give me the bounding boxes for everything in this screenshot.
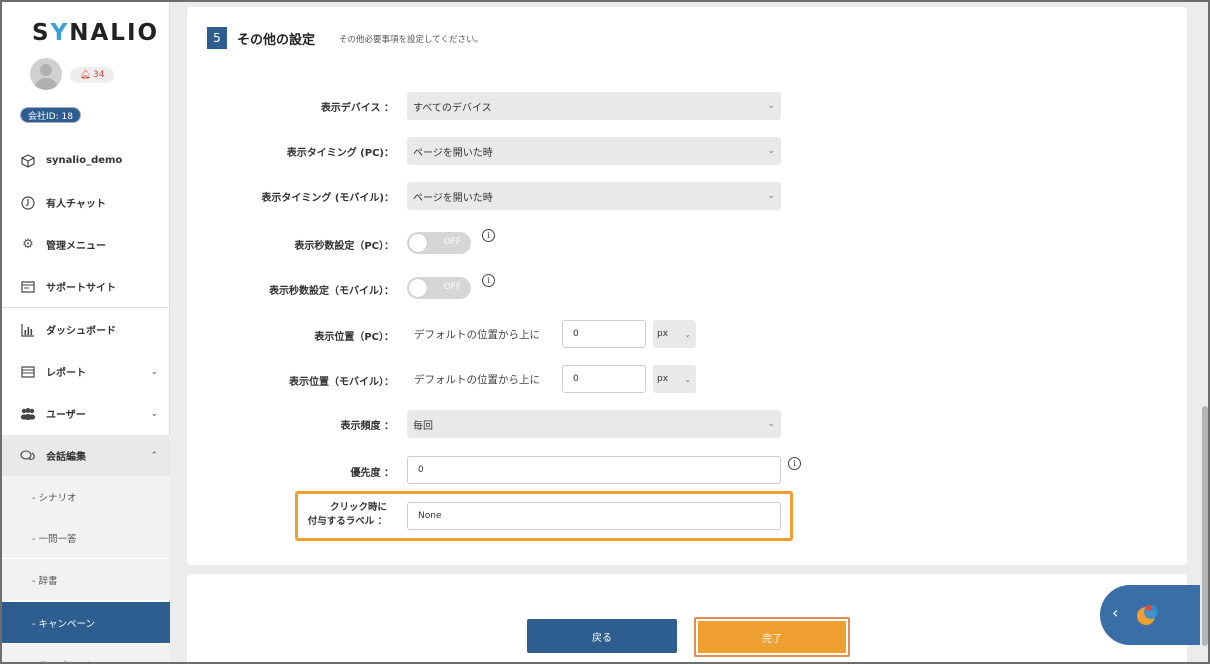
timing-mobile-select[interactable]: ページを開いた時 ⌄ — [407, 182, 781, 210]
section-title: その他の設定 — [237, 33, 316, 48]
position-pc-unit-select[interactable]: px ⌄ — [653, 320, 696, 348]
click-label-label: クリック時に 付与するラベル ： — [307, 502, 387, 527]
sidebar-item-chat[interactable]: 有人チャット — [2, 182, 170, 223]
chat-bubble-icon — [1137, 605, 1158, 625]
chevron-down-icon: ⌄ — [767, 146, 775, 156]
report-icon — [20, 364, 36, 380]
sidebar-item-dashboard[interactable]: ダッシュボード — [2, 309, 170, 350]
company-id-badge: 会社ID: 18 — [20, 107, 81, 123]
sidebar-item-report[interactable]: レポート ⌄ — [2, 351, 170, 392]
timing-pc-select[interactable]: ページを開いた時 ⌄ — [407, 137, 781, 165]
chevron-left-icon: ‹ — [1112, 603, 1119, 622]
done-button-highlight: 完了 — [694, 617, 850, 657]
sidebar-item-admin[interactable]: ⚙ 管理メニュー — [2, 224, 170, 265]
subnav-scenario[interactable]: - シナリオ — [2, 476, 170, 517]
chevron-down-icon: ⌄ — [767, 101, 775, 111]
avatar[interactable] — [30, 58, 62, 90]
logo: SYNALIO — [32, 20, 160, 46]
chat-icon — [20, 448, 36, 464]
position-pc-input[interactable]: 0 — [562, 320, 646, 348]
section-number: 5 — [207, 27, 227, 49]
position-mobile-label: 表示位置（モバイル）： — [289, 377, 394, 388]
frequency-label: 表示頻度 ： — [340, 421, 394, 432]
cube-icon — [20, 153, 36, 169]
chevron-down-icon: ⌄ — [767, 191, 775, 201]
users-icon — [20, 406, 36, 422]
app-frame: SYNALIO 🔔︎ 34 会社ID: 18 synalio_demo 有人チャ… — [0, 0, 1210, 664]
position-mobile-unit-select[interactable]: px ⌄ — [653, 365, 696, 393]
priority-label: 優先度 ： — [350, 468, 394, 479]
subnav-dictionary[interactable]: - 辞書 — [2, 559, 170, 600]
toggle-knob — [409, 234, 427, 252]
chevron-down-icon: ⌄ — [150, 366, 158, 377]
sidebar-item-users[interactable]: ユーザー ⌄ — [2, 393, 170, 434]
bar-chart-icon — [20, 322, 36, 338]
settings-panel: 5 その他の設定 その他必要事項を設定してください。 表示デバイス ： すべての… — [187, 7, 1187, 565]
window-icon — [20, 279, 36, 295]
toggle-knob — [409, 279, 427, 297]
sidebar-divider — [2, 307, 170, 308]
seconds-mobile-label: 表示秒数設定（モバイル）： — [269, 286, 394, 297]
chevron-up-icon: ⌃ — [150, 450, 158, 461]
chevron-down-icon: ⌄ — [684, 329, 691, 339]
sidebar-item-support[interactable]: サポートサイト — [2, 266, 170, 307]
sidebar-item-conversation[interactable]: 会話編集 ⌃ — [2, 435, 170, 476]
position-pc-text: デフォルトの位置から上に — [414, 329, 540, 341]
back-button[interactable]: 戻る — [527, 619, 677, 653]
section-description: その他必要事項を設定してください。 — [339, 35, 483, 45]
position-pc-label: 表示位置（PC）： — [314, 332, 394, 343]
priority-input[interactable]: 0 — [407, 456, 781, 484]
position-mobile-text: デフォルトの位置から上に — [414, 374, 540, 386]
gear-icon: ⚙ — [22, 237, 34, 252]
device-select[interactable]: すべてのデバイス ⌄ — [407, 92, 781, 120]
subnav-template[interactable]: - テンプレート — [2, 644, 170, 662]
device-label: 表示デバイス ： — [320, 103, 394, 114]
scrollbar[interactable] — [1202, 406, 1208, 646]
headset-icon — [20, 195, 36, 211]
position-mobile-input[interactable]: 0 — [562, 365, 646, 393]
subnav-campaign[interactable]: - キャンペーン — [2, 602, 170, 643]
click-label-input[interactable]: None — [407, 502, 781, 530]
info-icon[interactable]: i — [482, 274, 495, 287]
chevron-down-icon: ⌄ — [767, 419, 775, 429]
seconds-mobile-toggle[interactable]: OFF — [407, 277, 471, 299]
chat-widget-button[interactable]: ‹ — [1100, 585, 1200, 645]
sidebar-item-account[interactable]: synalio_demo — [2, 140, 170, 181]
info-icon[interactable]: i — [788, 457, 801, 470]
chevron-down-icon: ⌄ — [684, 374, 691, 384]
subnav-faq[interactable]: - 一問一答 — [2, 517, 170, 558]
done-button[interactable]: 完了 — [698, 621, 846, 653]
seconds-pc-label: 表示秒数設定（PC）： — [294, 241, 394, 252]
sidebar: SYNALIO 🔔︎ 34 会社ID: 18 synalio_demo 有人チャ… — [2, 2, 170, 662]
timing-mobile-label: 表示タイミング (モバイル)： — [261, 193, 394, 204]
info-icon[interactable]: i — [482, 229, 495, 242]
seconds-pc-toggle[interactable]: OFF — [407, 232, 471, 254]
timing-pc-label: 表示タイミング (PC)： — [286, 148, 394, 159]
frequency-select[interactable]: 毎回 ⌄ — [407, 410, 781, 438]
notification-badge[interactable]: 🔔︎ 34 — [70, 67, 114, 83]
bell-icon: 🔔︎ — [79, 70, 91, 80]
chevron-down-icon: ⌄ — [150, 408, 158, 419]
action-panel: 戻る 完了 — [187, 574, 1187, 662]
